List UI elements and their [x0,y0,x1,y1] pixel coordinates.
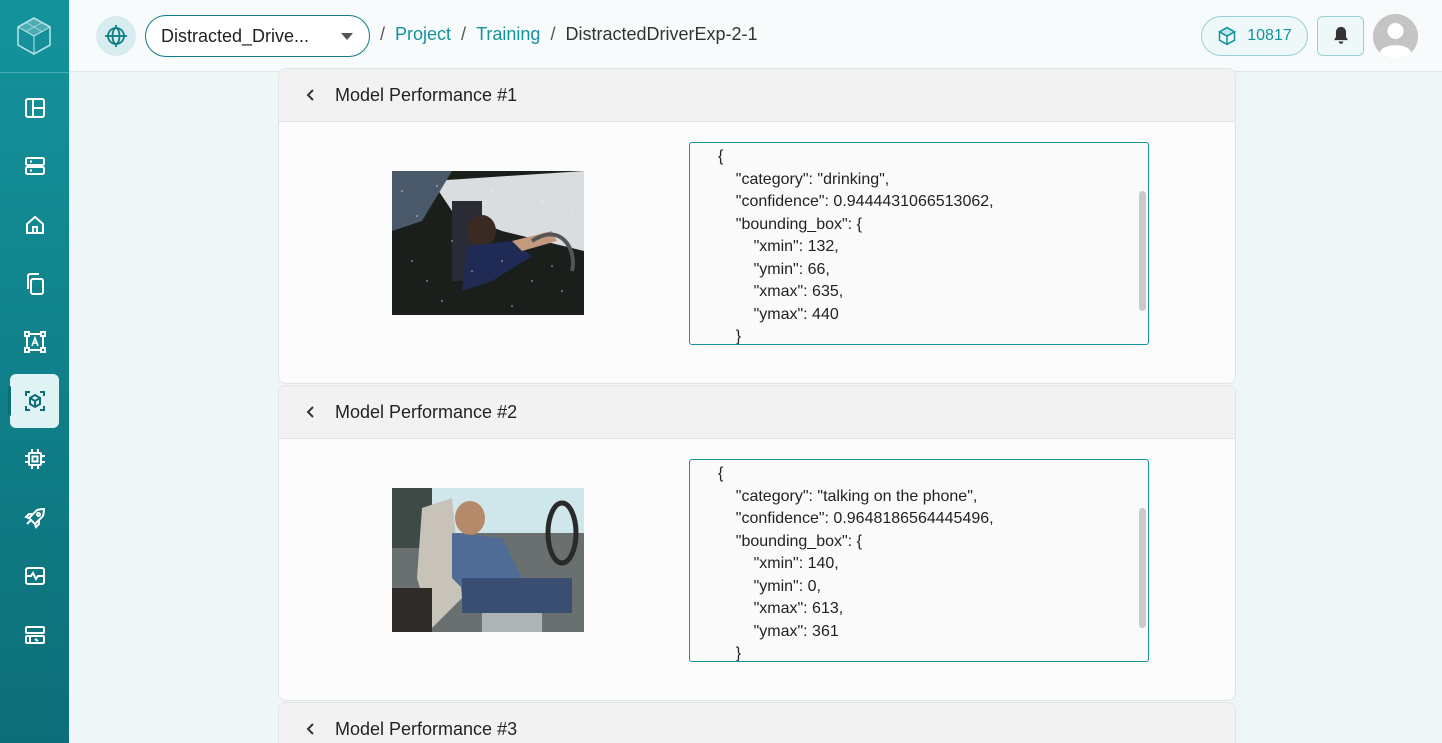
bell-icon [1333,26,1348,44]
sidebar-item-documents[interactable] [10,257,59,311]
scrollbar[interactable] [1139,508,1146,628]
chevron-left-icon [306,723,314,735]
chevron-left-icon [306,406,314,418]
project-select[interactable]: Distracted_Drive... [145,15,370,57]
sidebar-item-monitor[interactable] [10,549,59,603]
credits-count: 10817 [1247,27,1292,44]
card-header[interactable]: Model Performance #3 [279,703,1235,743]
layout-icon [24,98,45,118]
credits-badge[interactable]: 10817 [1201,16,1308,56]
sidebar-item-server[interactable] [10,139,59,193]
prediction-json-text: { "category": "talking on the phone", "c… [718,465,994,662]
model-performance-card-3: Model Performance #3 [278,702,1236,743]
sidebar-item-compute[interactable] [10,432,59,486]
sidebar-item-home[interactable] [10,198,59,252]
sidebar-item-dashboard[interactable] [10,608,59,662]
breadcrumb-current: DistractedDriverExp-2-1 [565,24,758,44]
prediction-json-text: { "category": "drinking", "confidence": … [718,148,994,345]
breadcrumb: / Project / Training / DistractedDriverE… [380,24,758,45]
sidebar [0,0,69,743]
rocket-icon [23,507,45,529]
sidebar-item-deploy[interactable] [10,491,59,545]
project-select-value: Distracted_Drive... [161,25,310,46]
prediction-image-2 [392,488,584,632]
card-title: Model Performance #3 [335,718,518,739]
sidebar-item-layout[interactable] [10,81,59,135]
model-icon [24,391,45,411]
home-icon [25,215,44,234]
sidebar-item-annotate[interactable] [10,315,59,369]
sidebar-item-training[interactable] [8,374,59,428]
card-title: Model Performance #2 [335,401,518,422]
dashboard-icon [24,626,45,644]
avatar[interactable] [1373,14,1418,59]
prediction-json-1[interactable]: { "category": "drinking", "confidence": … [689,142,1149,345]
card-title: Model Performance #1 [335,84,518,105]
top-header: Distracted_Drive... / Project / Training… [69,0,1442,72]
server-icon [24,157,45,175]
chip-icon [24,449,45,469]
globe-target-icon [105,25,127,47]
breadcrumb-project[interactable]: Project [395,24,451,45]
model-performance-card-1: Model Performance #1 { "category": "drin… [278,68,1236,384]
annotate-icon [23,331,46,353]
monitor-icon [24,567,45,585]
breadcrumb-training[interactable]: Training [476,24,540,45]
model-performance-card-2: Model Performance #2 { "category": "talk… [278,385,1236,701]
notifications-button[interactable] [1317,16,1364,56]
project-icon[interactable] [96,16,136,56]
card-header[interactable]: Model Performance #2 [279,386,1235,439]
chevron-down-icon [341,33,353,40]
user-avatar-icon [1380,23,1411,59]
app-logo-icon[interactable] [17,17,51,55]
copy-icon [26,273,44,295]
card-header[interactable]: Model Performance #1 [279,69,1235,122]
scrollbar[interactable] [1139,191,1146,311]
cube-icon [1218,26,1237,46]
sidebar-divider [0,72,69,73]
prediction-json-2[interactable]: { "category": "talking on the phone", "c… [689,459,1149,662]
prediction-image-1 [392,171,584,315]
chevron-left-icon [306,89,314,101]
